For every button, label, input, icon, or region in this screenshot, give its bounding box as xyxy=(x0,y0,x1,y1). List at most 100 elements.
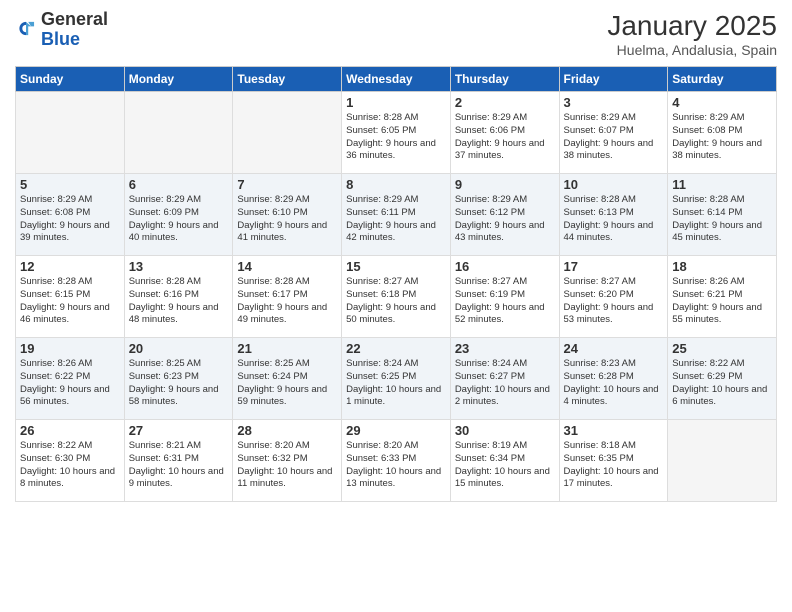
col-header-monday: Monday xyxy=(124,67,233,92)
calendar-cell: 30 Sunrise: 8:19 AM Sunset: 6:34 PM Dayli… xyxy=(450,420,559,502)
week-row-5: 26 Sunrise: 8:22 AM Sunset: 6:30 PM Dayli… xyxy=(16,420,777,502)
calendar-cell: 19 Sunrise: 8:26 AM Sunset: 6:22 PM Dayli… xyxy=(16,338,125,420)
day-info: Sunrise: 8:29 AM Sunset: 6:10 PM Dayligh… xyxy=(237,194,337,245)
title-block: January 2025 Huelma, Andalusia, Spain xyxy=(607,10,777,58)
logo-text: General Blue xyxy=(41,10,108,50)
calendar-cell: 13 Sunrise: 8:28 AM Sunset: 6:16 PM Dayli… xyxy=(124,256,233,338)
day-info: Sunrise: 8:29 AM Sunset: 6:08 PM Dayligh… xyxy=(20,194,120,245)
calendar-cell: 8 Sunrise: 8:29 AM Sunset: 6:11 PM Daylig… xyxy=(342,174,451,256)
day-info: Sunrise: 8:29 AM Sunset: 6:12 PM Dayligh… xyxy=(455,194,555,245)
day-info: Sunrise: 8:23 AM Sunset: 6:28 PM Dayligh… xyxy=(564,358,664,409)
day-number: 7 xyxy=(237,177,337,192)
day-number: 29 xyxy=(346,423,446,438)
calendar-cell: 3 Sunrise: 8:29 AM Sunset: 6:07 PM Daylig… xyxy=(559,92,668,174)
day-info: Sunrise: 8:22 AM Sunset: 6:30 PM Dayligh… xyxy=(20,440,120,491)
day-info: Sunrise: 8:20 AM Sunset: 6:33 PM Dayligh… xyxy=(346,440,446,491)
day-info: Sunrise: 8:27 AM Sunset: 6:19 PM Dayligh… xyxy=(455,276,555,327)
calendar-cell: 29 Sunrise: 8:20 AM Sunset: 6:33 PM Dayli… xyxy=(342,420,451,502)
calendar-cell: 21 Sunrise: 8:25 AM Sunset: 6:24 PM Dayli… xyxy=(233,338,342,420)
day-info: Sunrise: 8:28 AM Sunset: 6:14 PM Dayligh… xyxy=(672,194,772,245)
calendar-cell xyxy=(124,92,233,174)
day-number: 8 xyxy=(346,177,446,192)
day-number: 20 xyxy=(129,341,229,356)
day-number: 9 xyxy=(455,177,555,192)
calendar-cell: 20 Sunrise: 8:25 AM Sunset: 6:23 PM Dayli… xyxy=(124,338,233,420)
calendar-cell xyxy=(233,92,342,174)
day-number: 24 xyxy=(564,341,664,356)
day-number: 25 xyxy=(672,341,772,356)
day-info: Sunrise: 8:26 AM Sunset: 6:22 PM Dayligh… xyxy=(20,358,120,409)
col-header-friday: Friday xyxy=(559,67,668,92)
day-number: 27 xyxy=(129,423,229,438)
day-number: 11 xyxy=(672,177,772,192)
calendar-cell: 23Sunrise: 8:24 AM Sunset: 6:27 PM Dayli… xyxy=(450,338,559,420)
calendar-header-row: SundayMondayTuesdayWednesdayThursdayFrid… xyxy=(16,67,777,92)
calendar-cell xyxy=(668,420,777,502)
calendar-cell: 1 Sunrise: 8:28 AM Sunset: 6:05 PM Daylig… xyxy=(342,92,451,174)
day-info: Sunrise: 8:27 AM Sunset: 6:18 PM Dayligh… xyxy=(346,276,446,327)
day-number: 31 xyxy=(564,423,664,438)
day-info: Sunrise: 8:19 AM Sunset: 6:34 PM Dayligh… xyxy=(455,440,555,491)
day-info: Sunrise: 8:29 AM Sunset: 6:06 PM Dayligh… xyxy=(455,112,555,163)
calendar-cell: 11 Sunrise: 8:28 AM Sunset: 6:14 PM Dayli… xyxy=(668,174,777,256)
calendar-cell: 18 Sunrise: 8:26 AM Sunset: 6:21 PM Dayli… xyxy=(668,256,777,338)
week-row-2: 5 Sunrise: 8:29 AM Sunset: 6:08 PM Daylig… xyxy=(16,174,777,256)
calendar-cell: 24 Sunrise: 8:23 AM Sunset: 6:28 PM Dayli… xyxy=(559,338,668,420)
day-info: Sunrise: 8:28 AM Sunset: 6:15 PM Dayligh… xyxy=(20,276,120,327)
day-number: 17 xyxy=(564,259,664,274)
col-header-wednesday: Wednesday xyxy=(342,67,451,92)
day-number: 26 xyxy=(20,423,120,438)
day-info: Sunrise: 8:28 AM Sunset: 6:16 PM Dayligh… xyxy=(129,276,229,327)
day-number: 15 xyxy=(346,259,446,274)
calendar-cell: 31Sunrise: 8:18 AM Sunset: 6:35 PM Dayli… xyxy=(559,420,668,502)
calendar-cell: 10Sunrise: 8:28 AM Sunset: 6:13 PM Dayli… xyxy=(559,174,668,256)
day-number: 13 xyxy=(129,259,229,274)
col-header-saturday: Saturday xyxy=(668,67,777,92)
calendar-cell: 25 Sunrise: 8:22 AM Sunset: 6:29 PM Dayli… xyxy=(668,338,777,420)
day-number: 5 xyxy=(20,177,120,192)
calendar-cell: 6 Sunrise: 8:29 AM Sunset: 6:09 PM Daylig… xyxy=(124,174,233,256)
day-number: 3 xyxy=(564,95,664,110)
day-number: 2 xyxy=(455,95,555,110)
day-number: 16 xyxy=(455,259,555,274)
day-info: Sunrise: 8:29 AM Sunset: 6:07 PM Dayligh… xyxy=(564,112,664,163)
day-info: Sunrise: 8:25 AM Sunset: 6:23 PM Dayligh… xyxy=(129,358,229,409)
day-number: 28 xyxy=(237,423,337,438)
col-header-sunday: Sunday xyxy=(16,67,125,92)
day-number: 18 xyxy=(672,259,772,274)
location: Huelma, Andalusia, Spain xyxy=(607,42,777,58)
day-number: 30 xyxy=(455,423,555,438)
day-number: 10 xyxy=(564,177,664,192)
calendar-cell: 9 Sunrise: 8:29 AM Sunset: 6:12 PM Daylig… xyxy=(450,174,559,256)
day-info: Sunrise: 8:27 AM Sunset: 6:20 PM Dayligh… xyxy=(564,276,664,327)
day-info: Sunrise: 8:24 AM Sunset: 6:25 PM Dayligh… xyxy=(346,358,446,409)
day-info: Sunrise: 8:28 AM Sunset: 6:05 PM Dayligh… xyxy=(346,112,446,163)
calendar-cell: 15 Sunrise: 8:27 AM Sunset: 6:18 PM Dayli… xyxy=(342,256,451,338)
calendar-cell: 5 Sunrise: 8:29 AM Sunset: 6:08 PM Daylig… xyxy=(16,174,125,256)
week-row-4: 19 Sunrise: 8:26 AM Sunset: 6:22 PM Dayli… xyxy=(16,338,777,420)
col-header-thursday: Thursday xyxy=(450,67,559,92)
day-info: Sunrise: 8:25 AM Sunset: 6:24 PM Dayligh… xyxy=(237,358,337,409)
calendar-cell: 27 Sunrise: 8:21 AM Sunset: 6:31 PM Dayli… xyxy=(124,420,233,502)
calendar-cell: 4Sunrise: 8:29 AM Sunset: 6:08 PM Daylig… xyxy=(668,92,777,174)
calendar-cell: 26 Sunrise: 8:22 AM Sunset: 6:30 PM Dayli… xyxy=(16,420,125,502)
day-info: Sunrise: 8:29 AM Sunset: 6:09 PM Dayligh… xyxy=(129,194,229,245)
month-title: January 2025 xyxy=(607,10,777,42)
day-info: Sunrise: 8:20 AM Sunset: 6:32 PM Dayligh… xyxy=(237,440,337,491)
page-header: General Blue January 2025 Huelma, Andalu… xyxy=(15,10,777,58)
day-number: 4 xyxy=(672,95,772,110)
calendar-cell: 2 Sunrise: 8:29 AM Sunset: 6:06 PM Daylig… xyxy=(450,92,559,174)
day-info: Sunrise: 8:26 AM Sunset: 6:21 PM Dayligh… xyxy=(672,276,772,327)
calendar-cell: 17 Sunrise: 8:27 AM Sunset: 6:20 PM Dayli… xyxy=(559,256,668,338)
day-number: 1 xyxy=(346,95,446,110)
calendar-cell: 16 Sunrise: 8:27 AM Sunset: 6:19 PM Dayli… xyxy=(450,256,559,338)
day-info: Sunrise: 8:22 AM Sunset: 6:29 PM Dayligh… xyxy=(672,358,772,409)
day-number: 19 xyxy=(20,341,120,356)
day-info: Sunrise: 8:29 AM Sunset: 6:11 PM Dayligh… xyxy=(346,194,446,245)
day-number: 6 xyxy=(129,177,229,192)
day-number: 21 xyxy=(237,341,337,356)
day-info: Sunrise: 8:28 AM Sunset: 6:17 PM Dayligh… xyxy=(237,276,337,327)
day-number: 23 xyxy=(455,341,555,356)
logo: General Blue xyxy=(15,10,108,50)
day-info: Sunrise: 8:21 AM Sunset: 6:31 PM Dayligh… xyxy=(129,440,229,491)
